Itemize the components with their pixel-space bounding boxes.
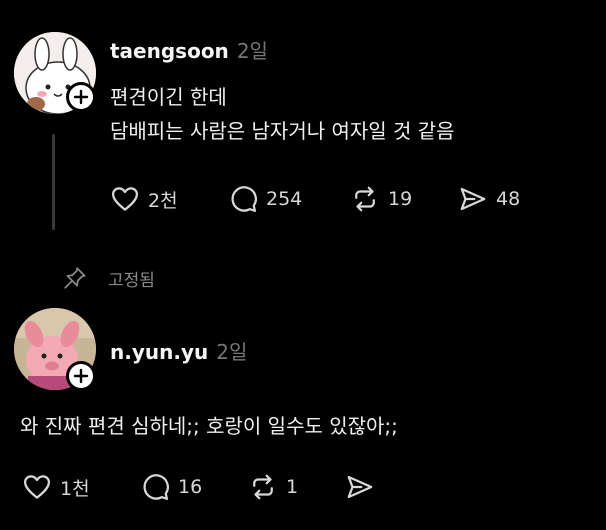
follow-plus-button[interactable] [66,82,96,112]
repost-button[interactable]: 19 [350,184,412,214]
plus-icon [73,368,89,384]
plus-icon [73,89,89,105]
comment-button[interactable]: 254 [228,184,302,214]
heart-icon [112,187,138,211]
comment-button[interactable]: 16 [140,472,202,502]
post-text-line: 편견이긴 한데 [110,85,227,109]
like-button[interactable]: 1천 [22,472,90,502]
username[interactable]: n.yun.yu [110,340,208,364]
repost-count: 19 [388,188,413,210]
pinned-label: 고정됨 [108,270,155,291]
repost-button[interactable]: 1 [248,472,298,502]
comment-count: 254 [266,188,303,210]
repost-count: 1 [286,476,299,498]
post-time[interactable]: 2일 [237,35,268,64]
comment-bubble-icon [231,186,257,212]
post-header: n.yun.yu 2일 [110,336,247,365]
comment-count: 16 [178,476,203,498]
share-count: 48 [496,188,521,210]
post-header: taengsoon 2일 [110,35,268,64]
post-time[interactable]: 2일 [216,336,247,365]
like-count: 1천 [60,477,90,500]
username[interactable]: taengsoon [110,39,229,63]
repost-icon [355,186,375,212]
post-text-line: 담배피는 사람은 남자거나 여자일 것 같음 [110,119,455,143]
pinned-indicator: 고정됨 [62,265,155,291]
heart-icon [24,475,50,499]
pin-icon [64,267,86,289]
share-button[interactable] [345,472,383,502]
share-button[interactable]: 48 [458,184,520,214]
send-icon [460,187,486,211]
like-count: 2천 [148,189,178,212]
comment-bubble-icon [143,474,169,500]
thread-connector-line [52,134,55,230]
repost-icon [253,474,273,500]
like-button[interactable]: 2천 [110,184,178,214]
follow-plus-button[interactable] [66,361,96,391]
send-icon [347,475,373,499]
post-text-line: 와 진짜 편견 심하네;; 호랑이 일수도 있잖아;; [20,414,398,438]
